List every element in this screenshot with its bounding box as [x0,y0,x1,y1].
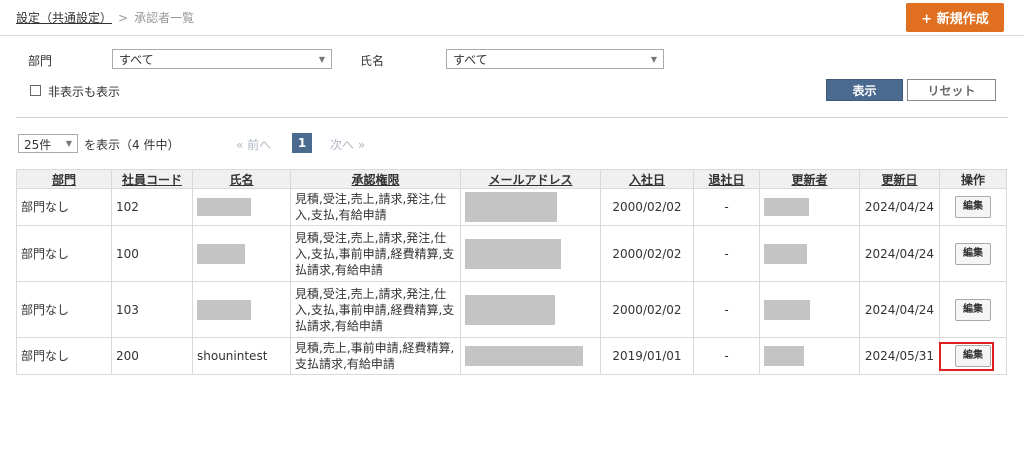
redacted-name [197,243,245,264]
redacted-email [465,192,557,222]
cell-left: - [693,188,760,226]
cell-left: - [693,225,760,282]
cell-updated: 2024/04/24 [859,281,940,338]
cell-name [192,281,291,338]
redacted-email [465,238,561,269]
cell-left: - [693,281,760,338]
column-header-actions: 操作 [939,169,1007,189]
show-button[interactable]: 表示 [826,79,903,101]
column-header-name[interactable]: 氏名 [192,169,291,189]
redacted-email [465,346,583,366]
new-create-button[interactable]: + 新規作成 [906,3,1004,32]
cell-updater [759,281,860,338]
next-page-link[interactable]: 次へ » [330,136,365,153]
cell-left: - [693,337,760,375]
show-hidden-checkbox[interactable] [30,85,41,96]
cell-permissions: 見積,受注,売上,請求,発注,仕入,支払,有給申請 [290,188,461,226]
name-filter-label: 氏名 [360,54,385,68]
breadcrumb: 設定（共通設定） > 承認者一覧 [16,9,194,26]
cell-updater [759,337,860,375]
cell-joined: 2000/02/02 [600,281,694,338]
cell-department: 部門なし [16,281,112,338]
cell-updater [759,188,860,226]
column-header-employee-code[interactable]: 社員コード [111,169,193,189]
cell-permissions: 見積,売上,事前申請,経費精算,支払請求,有給申請 [290,337,461,375]
cell-department: 部門なし [16,188,112,226]
cell-actions: 編集 [939,225,1007,282]
department-select[interactable]: すべて ▼ [112,49,332,69]
approver-table: 部門 社員コード 氏名 承認権限 メールアドレス 入社日 退社日 更新者 更新日… [16,169,1007,375]
cell-code: 102 [111,188,193,226]
reset-button[interactable]: リセット [907,79,996,101]
redacted-updater [764,346,804,366]
cell-actions: 編集 [939,188,1007,226]
cell-joined: 2000/02/02 [600,188,694,226]
department-filter-label: 部門 [28,54,53,68]
page-size-select[interactable]: 25件 ▼ [18,134,78,153]
cell-name [192,225,291,282]
edit-button[interactable]: 編集 [955,196,991,218]
department-select-value: すべて [119,53,154,67]
column-header-department[interactable]: 部門 [16,169,112,189]
cell-joined: 2000/02/02 [600,225,694,282]
cell-name: shounintest [192,337,291,375]
redacted-updater [764,198,809,216]
table-row: 部門なし 100 見積,受注,売上,請求,発注,仕入,支払,事前申請,経費精算,… [16,225,1007,282]
column-header-email[interactable]: メールアドレス [460,169,601,189]
cell-email [460,337,601,375]
redacted-email [465,294,555,325]
divider [16,117,1008,118]
column-header-permissions[interactable]: 承認権限 [290,169,461,189]
cell-updated: 2024/04/24 [859,188,940,226]
redacted-updater [764,243,807,264]
table-row: 部門なし 200 shounintest 見積,売上,事前申請,経費精算,支払請… [16,337,1007,375]
column-header-left[interactable]: 退社日 [693,169,760,189]
cell-code: 100 [111,225,193,282]
top-bar: 設定（共通設定） > 承認者一覧 + 新規作成 [0,0,1024,36]
table-header-row: 部門 社員コード 氏名 承認権限 メールアドレス 入社日 退社日 更新者 更新日… [16,169,1007,189]
cell-name [192,188,291,226]
edit-button[interactable]: 編集 [955,298,991,321]
chevron-down-icon: ▼ [318,55,325,64]
name-select-value: すべて [453,53,488,67]
column-header-updater[interactable]: 更新者 [759,169,860,189]
cell-email [460,281,601,338]
cell-permissions: 見積,受注,売上,請求,発注,仕入,支払,事前申請,経費精算,支払請求,有給申請 [290,281,461,338]
column-header-updated[interactable]: 更新日 [859,169,940,189]
cell-code: 200 [111,337,193,375]
breadcrumb-current: 承認者一覧 [134,11,195,25]
cell-updater [759,225,860,282]
name-select[interactable]: すべて ▼ [446,49,664,69]
table-row: 部門なし 102 見積,受注,売上,請求,発注,仕入,支払,有給申請 2000/… [16,188,1007,226]
chevron-down-icon: ▼ [65,139,72,148]
highlight-box [939,342,994,371]
cell-department: 部門なし [16,225,112,282]
current-page[interactable]: 1 [292,133,312,153]
redacted-name [197,299,251,320]
cell-email [460,188,601,226]
cell-permissions: 見積,受注,売上,請求,発注,仕入,支払,事前申請,経費精算,支払請求,有給申請 [290,225,461,282]
redacted-name [197,198,251,216]
cell-code: 103 [111,281,193,338]
cell-email [460,225,601,282]
cell-updated: 2024/05/31 [859,337,940,375]
show-hidden-label: 非表示も表示 [48,85,121,99]
page-size-value: 25件 [24,138,52,152]
column-header-joined[interactable]: 入社日 [600,169,694,189]
chevron-down-icon: ▼ [650,55,657,64]
pager-summary: を表示（4 件中） [84,138,180,152]
cell-updated: 2024/04/24 [859,225,940,282]
breadcrumb-settings-link[interactable]: 設定（共通設定） [16,11,112,25]
table-row: 部門なし 103 見積,受注,売上,請求,発注,仕入,支払,事前申請,経費精算,… [16,281,1007,338]
cell-actions: 編集 [939,281,1007,338]
prev-page-link[interactable]: « 前へ [236,136,271,153]
breadcrumb-separator: > [118,11,129,25]
cell-joined: 2019/01/01 [600,337,694,375]
redacted-updater [764,299,810,320]
edit-button[interactable]: 編集 [955,242,991,265]
cell-department: 部門なし [16,337,112,375]
